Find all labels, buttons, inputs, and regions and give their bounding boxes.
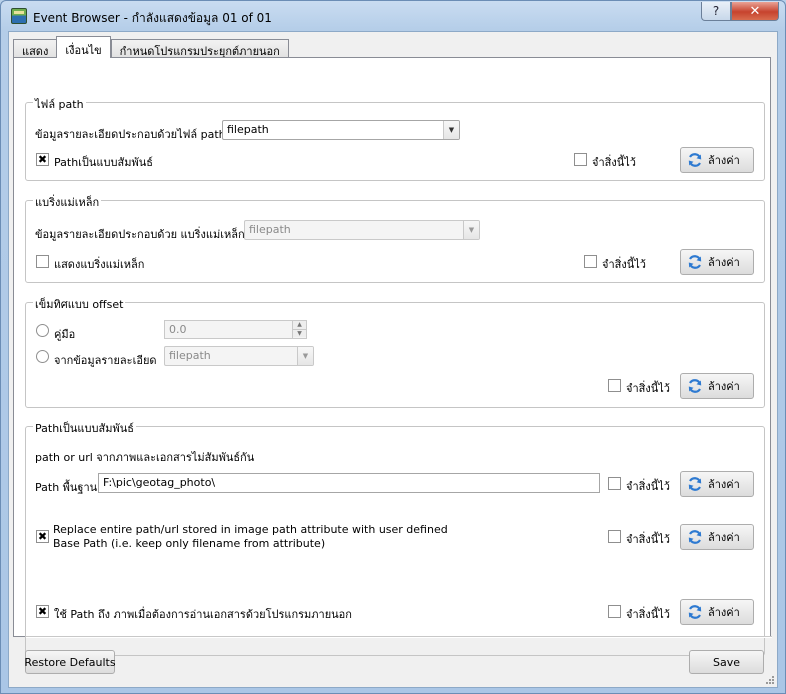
relative-path-checkbox[interactable]: ✖ [36, 153, 49, 166]
compass-field-label: ข้อมูลรายละเอียดประกอบด้วย แบริ่งแม่เหล็… [35, 228, 245, 241]
external-reset-label: ล้างค่า [708, 606, 740, 619]
spin-up-icon[interactable]: ▲ [293, 321, 306, 329]
manual-offset-value: 0.0 [169, 323, 187, 336]
from-attribute-radio[interactable] [36, 350, 49, 363]
offset-reset-button[interactable]: ล้างค่า [680, 373, 754, 399]
refresh-icon [688, 477, 702, 491]
file-path-remember-label: จำสิ่งนี้ไว้ [592, 156, 636, 169]
replace-path-label-line1: Replace entire path/url stored in image … [53, 523, 448, 536]
compass-remember-label: จำสิ่งนี้ไว้ [602, 258, 646, 271]
manual-offset-radio[interactable] [36, 324, 49, 337]
chevron-down-icon: ▼ [443, 121, 459, 139]
show-compass-checkbox[interactable] [36, 255, 49, 268]
close-button[interactable]: ✕ [731, 2, 779, 21]
base-path-input[interactable]: F:\pic\geotag_photo\ [98, 473, 600, 493]
offset-reset-label: ล้างค่า [708, 380, 740, 393]
base-path-remember-label: จำสิ่งนี้ไว้ [626, 480, 670, 493]
relative-path-group: Pathเป็นแบบสัมพันธ์ path or url จากภาพแล… [25, 419, 765, 656]
external-remember-checkbox[interactable] [608, 605, 621, 618]
relative-path-description: path or url จากภาพและเอกสารไม่สัมพันธ์กั… [35, 451, 255, 464]
replace-path-checkbox[interactable]: ✖ [36, 530, 49, 543]
compass-offset-group-title: เข็มทิศแบบ offset [33, 295, 126, 313]
chevron-down-icon: ▼ [297, 347, 313, 365]
external-app-path-label: ใช้ Path ถึง ภาพเมื่อต้องการอ่านเอกสารด้… [54, 608, 352, 621]
compass-offset-group: เข็มทิศแบบ offset คู่มือ 0.0 ▲ ▼ จากข้อม… [25, 295, 765, 408]
replace-reset-button[interactable]: ล้างค่า [680, 524, 754, 550]
footer-divider [26, 636, 772, 638]
title-bar[interactable]: Event Browser - กำลังแสดงข้อมูล 01 of 01… [1, 1, 785, 31]
spin-down-icon[interactable]: ▼ [293, 329, 306, 337]
base-path-label: Path พื้นฐาน [35, 481, 98, 494]
file-path-reset-label: ล้างค่า [708, 154, 740, 167]
external-remember-label: จำสิ่งนี้ไว้ [626, 608, 670, 621]
replace-remember-label: จำสิ่งนี้ไว้ [626, 533, 670, 546]
compass-reset-button[interactable]: ล้างค่า [680, 249, 754, 275]
spin-buttons[interactable]: ▲ ▼ [292, 321, 306, 338]
event-browser-window: Event Browser - กำลังแสดงข้อมูล 01 of 01… [0, 0, 786, 694]
base-path-reset-button[interactable]: ล้างค่า [680, 471, 754, 497]
base-path-value: F:\pic\geotag_photo\ [103, 476, 216, 489]
compass-group-title: แบริ่งแม่เหล็ก [33, 193, 102, 211]
file-path-group: ไฟล์ path ข้อมูลรายละเอียดประกอบด้วยไฟล์… [25, 95, 765, 181]
compass-reset-label: ล้างค่า [708, 256, 740, 269]
replace-reset-label: ล้างค่า [708, 531, 740, 544]
manual-offset-label: คู่มือ [54, 328, 76, 341]
app-icon [11, 8, 27, 24]
tab-external-app[interactable]: กำหนดโปรแกรมประยุกต์ภายนอก [110, 39, 289, 58]
file-path-combo-value: filepath [227, 123, 269, 136]
refresh-icon [688, 530, 702, 544]
file-path-group-title: ไฟล์ path [33, 95, 86, 113]
refresh-icon [688, 255, 702, 269]
compass-remember-checkbox[interactable] [584, 255, 597, 268]
refresh-icon [688, 605, 702, 619]
tab-display[interactable]: แสดง [13, 39, 57, 58]
tab-bar: แสดง เงื่อนไข กำหนดโปรแกรมประยุกต์ภายนอก [13, 36, 289, 58]
save-button[interactable]: Save [689, 650, 764, 674]
conditions-panel: ไฟล์ path ข้อมูลรายละเอียดประกอบด้วยไฟล์… [13, 57, 771, 656]
dialog-client-area: แสดง เงื่อนไข กำหนดโปรแกรมประยุกต์ภายนอก… [8, 31, 778, 688]
compass-combo-value: filepath [249, 223, 291, 236]
offset-attribute-combo[interactable]: filepath ▼ [164, 346, 314, 366]
base-path-remember-checkbox[interactable] [608, 477, 621, 490]
file-path-reset-button[interactable]: ล้างค่า [680, 147, 754, 173]
file-path-field-label: ข้อมูลรายละเอียดประกอบด้วยไฟล์ path [35, 128, 226, 141]
offset-attribute-combo-value: filepath [169, 349, 211, 362]
external-reset-button[interactable]: ล้างค่า [680, 599, 754, 625]
tab-conditions[interactable]: เงื่อนไข [56, 36, 111, 58]
replace-remember-checkbox[interactable] [608, 530, 621, 543]
base-path-reset-label: ล้างค่า [708, 478, 740, 491]
compass-combo[interactable]: filepath ▼ [244, 220, 480, 240]
manual-offset-spinbox[interactable]: 0.0 ▲ ▼ [164, 320, 307, 339]
offset-remember-checkbox[interactable] [608, 379, 621, 392]
help-button[interactable]: ? [701, 2, 731, 21]
chevron-down-icon: ▼ [463, 221, 479, 239]
compass-group: แบริ่งแม่เหล็ก ข้อมูลรายละเอียดประกอบด้ว… [25, 193, 765, 283]
replace-path-label-line2: Base Path (i.e. keep only filename from … [53, 537, 326, 550]
resize-grip-icon[interactable] [765, 675, 775, 685]
refresh-icon [688, 153, 702, 167]
window-title: Event Browser - กำลังแสดงข้อมูล 01 of 01 [33, 11, 272, 25]
restore-defaults-button[interactable]: Restore Defaults [24, 650, 116, 674]
refresh-icon [688, 379, 702, 393]
file-path-remember-checkbox[interactable] [574, 153, 587, 166]
show-compass-label: แสดงแบริ่งแม่เหล็ก [54, 258, 145, 271]
relative-path-group-title: Pathเป็นแบบสัมพันธ์ [33, 419, 136, 437]
from-attribute-label: จากข้อมูลรายละเอียด [54, 354, 157, 367]
relative-path-label: Pathเป็นแบบสัมพันธ์ [54, 156, 153, 169]
external-app-path-checkbox[interactable]: ✖ [36, 605, 49, 618]
offset-remember-label: จำสิ่งนี้ไว้ [626, 382, 670, 395]
file-path-combo[interactable]: filepath ▼ [222, 120, 460, 140]
